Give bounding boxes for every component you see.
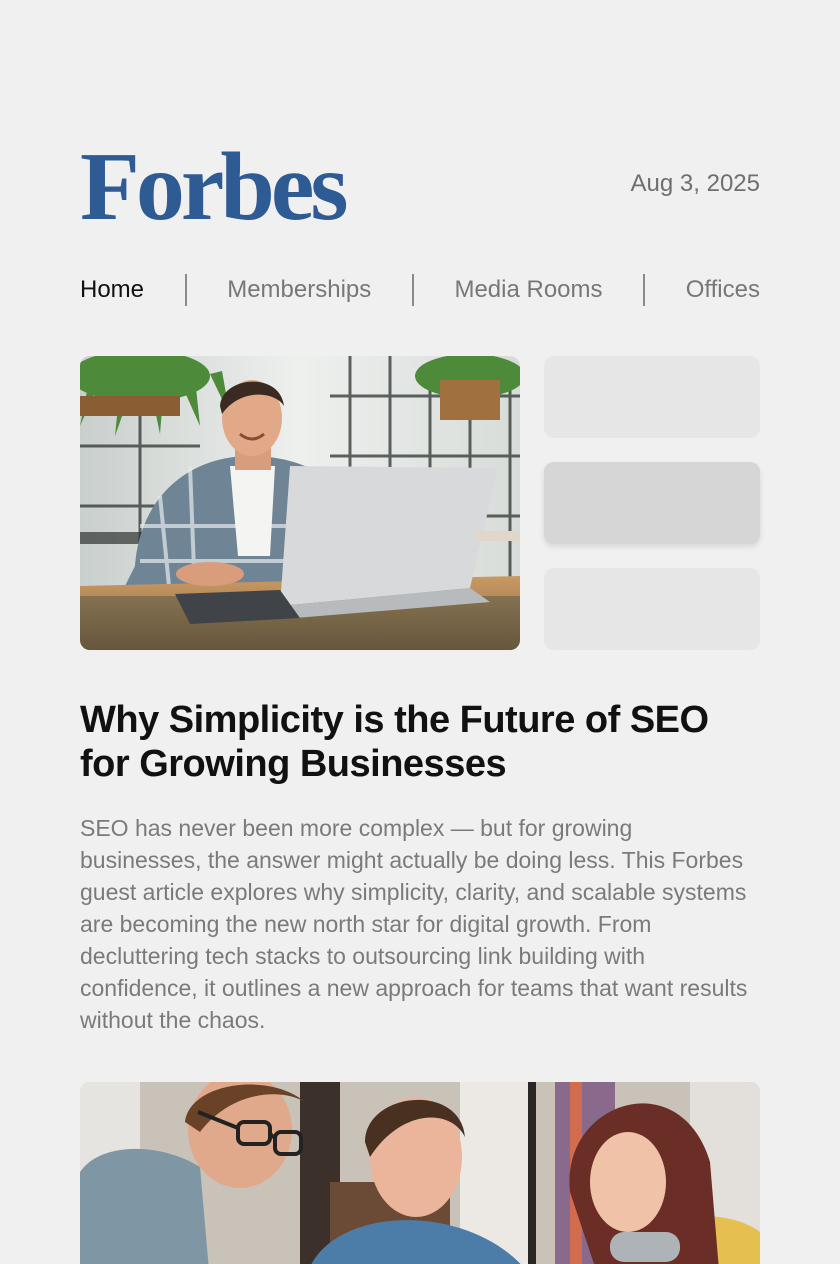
nav-divider — [184, 274, 187, 306]
team-collaboration-illustration — [80, 1082, 760, 1264]
hero-image[interactable] — [80, 356, 520, 650]
thumbnail-item-selected[interactable] — [544, 462, 760, 544]
thumbnail-item[interactable] — [544, 356, 760, 438]
nav-item-home[interactable]: Home — [80, 276, 144, 304]
nav-item-offices[interactable]: Offices — [686, 276, 760, 304]
article-title[interactable]: Why Simplicity is the Future of SEO for … — [80, 698, 760, 786]
publish-date: Aug 3, 2025 — [630, 170, 760, 197]
main-nav: Home Memberships Media Rooms Offices — [80, 272, 760, 308]
article-excerpt: SEO has never been more complex — but fo… — [80, 815, 748, 1033]
man-laptop-illustration — [80, 356, 520, 650]
nav-item-media-rooms[interactable]: Media Rooms — [454, 276, 602, 304]
nav-item-memberships[interactable]: Memberships — [227, 276, 371, 304]
nav-divider — [411, 274, 414, 306]
thumbnail-list — [544, 356, 760, 650]
forbes-logo[interactable]: Forbes — [80, 138, 348, 236]
thumbnail-item[interactable] — [544, 568, 760, 650]
next-article-image[interactable] — [80, 1082, 760, 1264]
nav-divider — [643, 274, 646, 306]
